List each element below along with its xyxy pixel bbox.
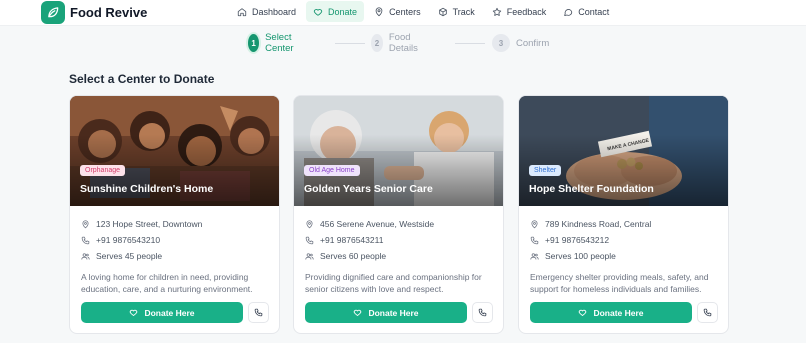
center-capacity: Serves 45 people (96, 251, 163, 261)
users-icon (530, 252, 539, 260)
phone-icon (703, 308, 712, 317)
phone-icon (305, 236, 314, 244)
users-icon (81, 252, 90, 260)
heart-icon (313, 8, 323, 16)
map-pin-icon (375, 6, 383, 16)
center-capacity: Serves 60 people (320, 251, 387, 261)
call-button[interactable] (472, 302, 493, 323)
center-phone: +91 9876543211 (320, 235, 384, 245)
center-address: 789 Kindness Road, Central (545, 219, 652, 229)
center-photo: Old Age Home Golden Years Senior Care (294, 96, 503, 206)
top-navbar: Food Revive Dashboard Donate Centers Tra… (0, 0, 806, 26)
nav-item-track[interactable]: Track (431, 1, 482, 22)
brand[interactable]: Food Revive (41, 0, 147, 24)
address-row: 789 Kindness Road, Central (530, 216, 651, 232)
phone-icon (81, 236, 90, 244)
step-connector (335, 43, 365, 44)
address-row: 456 Serene Avenue, Westside (305, 216, 434, 232)
step-number: 3 (492, 34, 510, 52)
call-button[interactable] (697, 302, 718, 323)
serves-row: Serves 100 people (530, 248, 651, 264)
step-label: Select Center (265, 32, 294, 54)
center-name: Sunshine Children's Home (80, 183, 214, 195)
map-pin-icon (531, 219, 538, 228)
serves-row: Serves 60 people (305, 248, 434, 264)
donate-button-label: Donate Here (144, 307, 195, 318)
call-button[interactable] (248, 302, 269, 323)
step-label: Confirm (516, 37, 550, 49)
center-capacity: Serves 100 people (545, 251, 616, 261)
center-description: Providing dignified care and companionsh… (305, 272, 482, 294)
center-type-badge: Old Age Home (304, 165, 360, 176)
center-photo: MAKE A CHANGE Shelter Hope Shelter Found… (519, 96, 728, 206)
home-icon (237, 7, 247, 16)
serves-row: Serves 45 people (81, 248, 202, 264)
center-type-badge: Shelter (529, 165, 562, 176)
center-name: Hope Shelter Foundation (529, 183, 654, 195)
phone-icon (254, 308, 263, 317)
center-details: 123 Hope Street, Downtown +91 9876543210… (81, 216, 202, 264)
center-address: 123 Hope Street, Downtown (96, 219, 203, 229)
nav-item-contact[interactable]: Contact (556, 1, 616, 22)
message-icon (564, 8, 573, 16)
package-icon (438, 7, 447, 16)
main-nav: Dashboard Donate Centers Track Feedback … (230, 1, 619, 22)
nav-item-label: Contact (578, 6, 610, 17)
phone-icon (478, 308, 487, 317)
center-address: 456 Serene Avenue, Westside (320, 219, 435, 229)
step-select-center: 1 Select Center (248, 32, 301, 54)
step-label: Food Details (388, 32, 418, 54)
step-connector (455, 43, 485, 44)
donate-here-button[interactable]: Donate Here (305, 302, 467, 323)
nav-item-dashboard[interactable]: Dashboard (230, 1, 303, 22)
donate-here-button[interactable]: Donate Here (81, 302, 243, 323)
center-card[interactable]: Old Age Home Golden Years Senior Care 45… (293, 95, 504, 334)
app-name: Food Revive (70, 4, 148, 20)
center-card[interactable]: MAKE A CHANGE Shelter Hope Shelter Found… (518, 95, 729, 334)
step-food-details: 2 Food Details (371, 32, 424, 54)
nav-item-label: Donate (328, 6, 358, 17)
center-card[interactable]: Orphanage Sunshine Children's Home 123 H… (69, 95, 280, 334)
center-details: 789 Kindness Road, Central +91 987654321… (530, 216, 651, 264)
nav-item-label: Centers (389, 6, 421, 17)
center-phone: +91 9876543210 (96, 235, 161, 245)
leaf-icon (41, 0, 65, 24)
center-details: 456 Serene Avenue, Westside +91 98765432… (305, 216, 434, 264)
nav-item-label: Feedback (506, 6, 547, 17)
heart-icon (354, 309, 362, 316)
map-pin-icon (82, 219, 89, 228)
center-photo: Orphanage Sunshine Children's Home (70, 96, 279, 206)
nav-item-donate[interactable]: Donate (306, 1, 365, 22)
nav-item-label: Track (452, 6, 475, 17)
step-number: 2 (371, 34, 383, 52)
donate-button-label: Donate Here (593, 307, 644, 318)
donate-here-button[interactable]: Donate Here (530, 302, 692, 323)
map-pin-icon (306, 219, 313, 228)
users-icon (305, 252, 314, 260)
center-description: A loving home for children in need, prov… (81, 272, 253, 294)
phone-row: +91 9876543210 (81, 232, 202, 248)
star-icon (492, 7, 501, 16)
donate-button-label: Donate Here (368, 307, 419, 318)
phone-row: +91 9876543212 (530, 232, 651, 248)
heart-icon (130, 309, 138, 316)
nav-item-centers[interactable]: Centers (367, 1, 428, 22)
heart-icon (579, 309, 587, 316)
center-name: Golden Years Senior Care (304, 183, 433, 195)
center-phone: +91 9876543212 (545, 235, 610, 245)
step-number: 1 (248, 34, 260, 52)
phone-icon (530, 236, 539, 244)
step-confirm: 3 Confirm (492, 33, 549, 53)
section-title: Select a Center to Donate (69, 72, 215, 86)
center-type-badge: Orphanage (80, 165, 126, 176)
phone-row: +91 9876543211 (305, 232, 434, 248)
address-row: 123 Hope Street, Downtown (81, 216, 202, 232)
nav-item-feedback[interactable]: Feedback (485, 1, 554, 22)
center-description: Emergency shelter providing meals, safet… (530, 272, 709, 294)
nav-item-label: Dashboard (252, 6, 297, 17)
